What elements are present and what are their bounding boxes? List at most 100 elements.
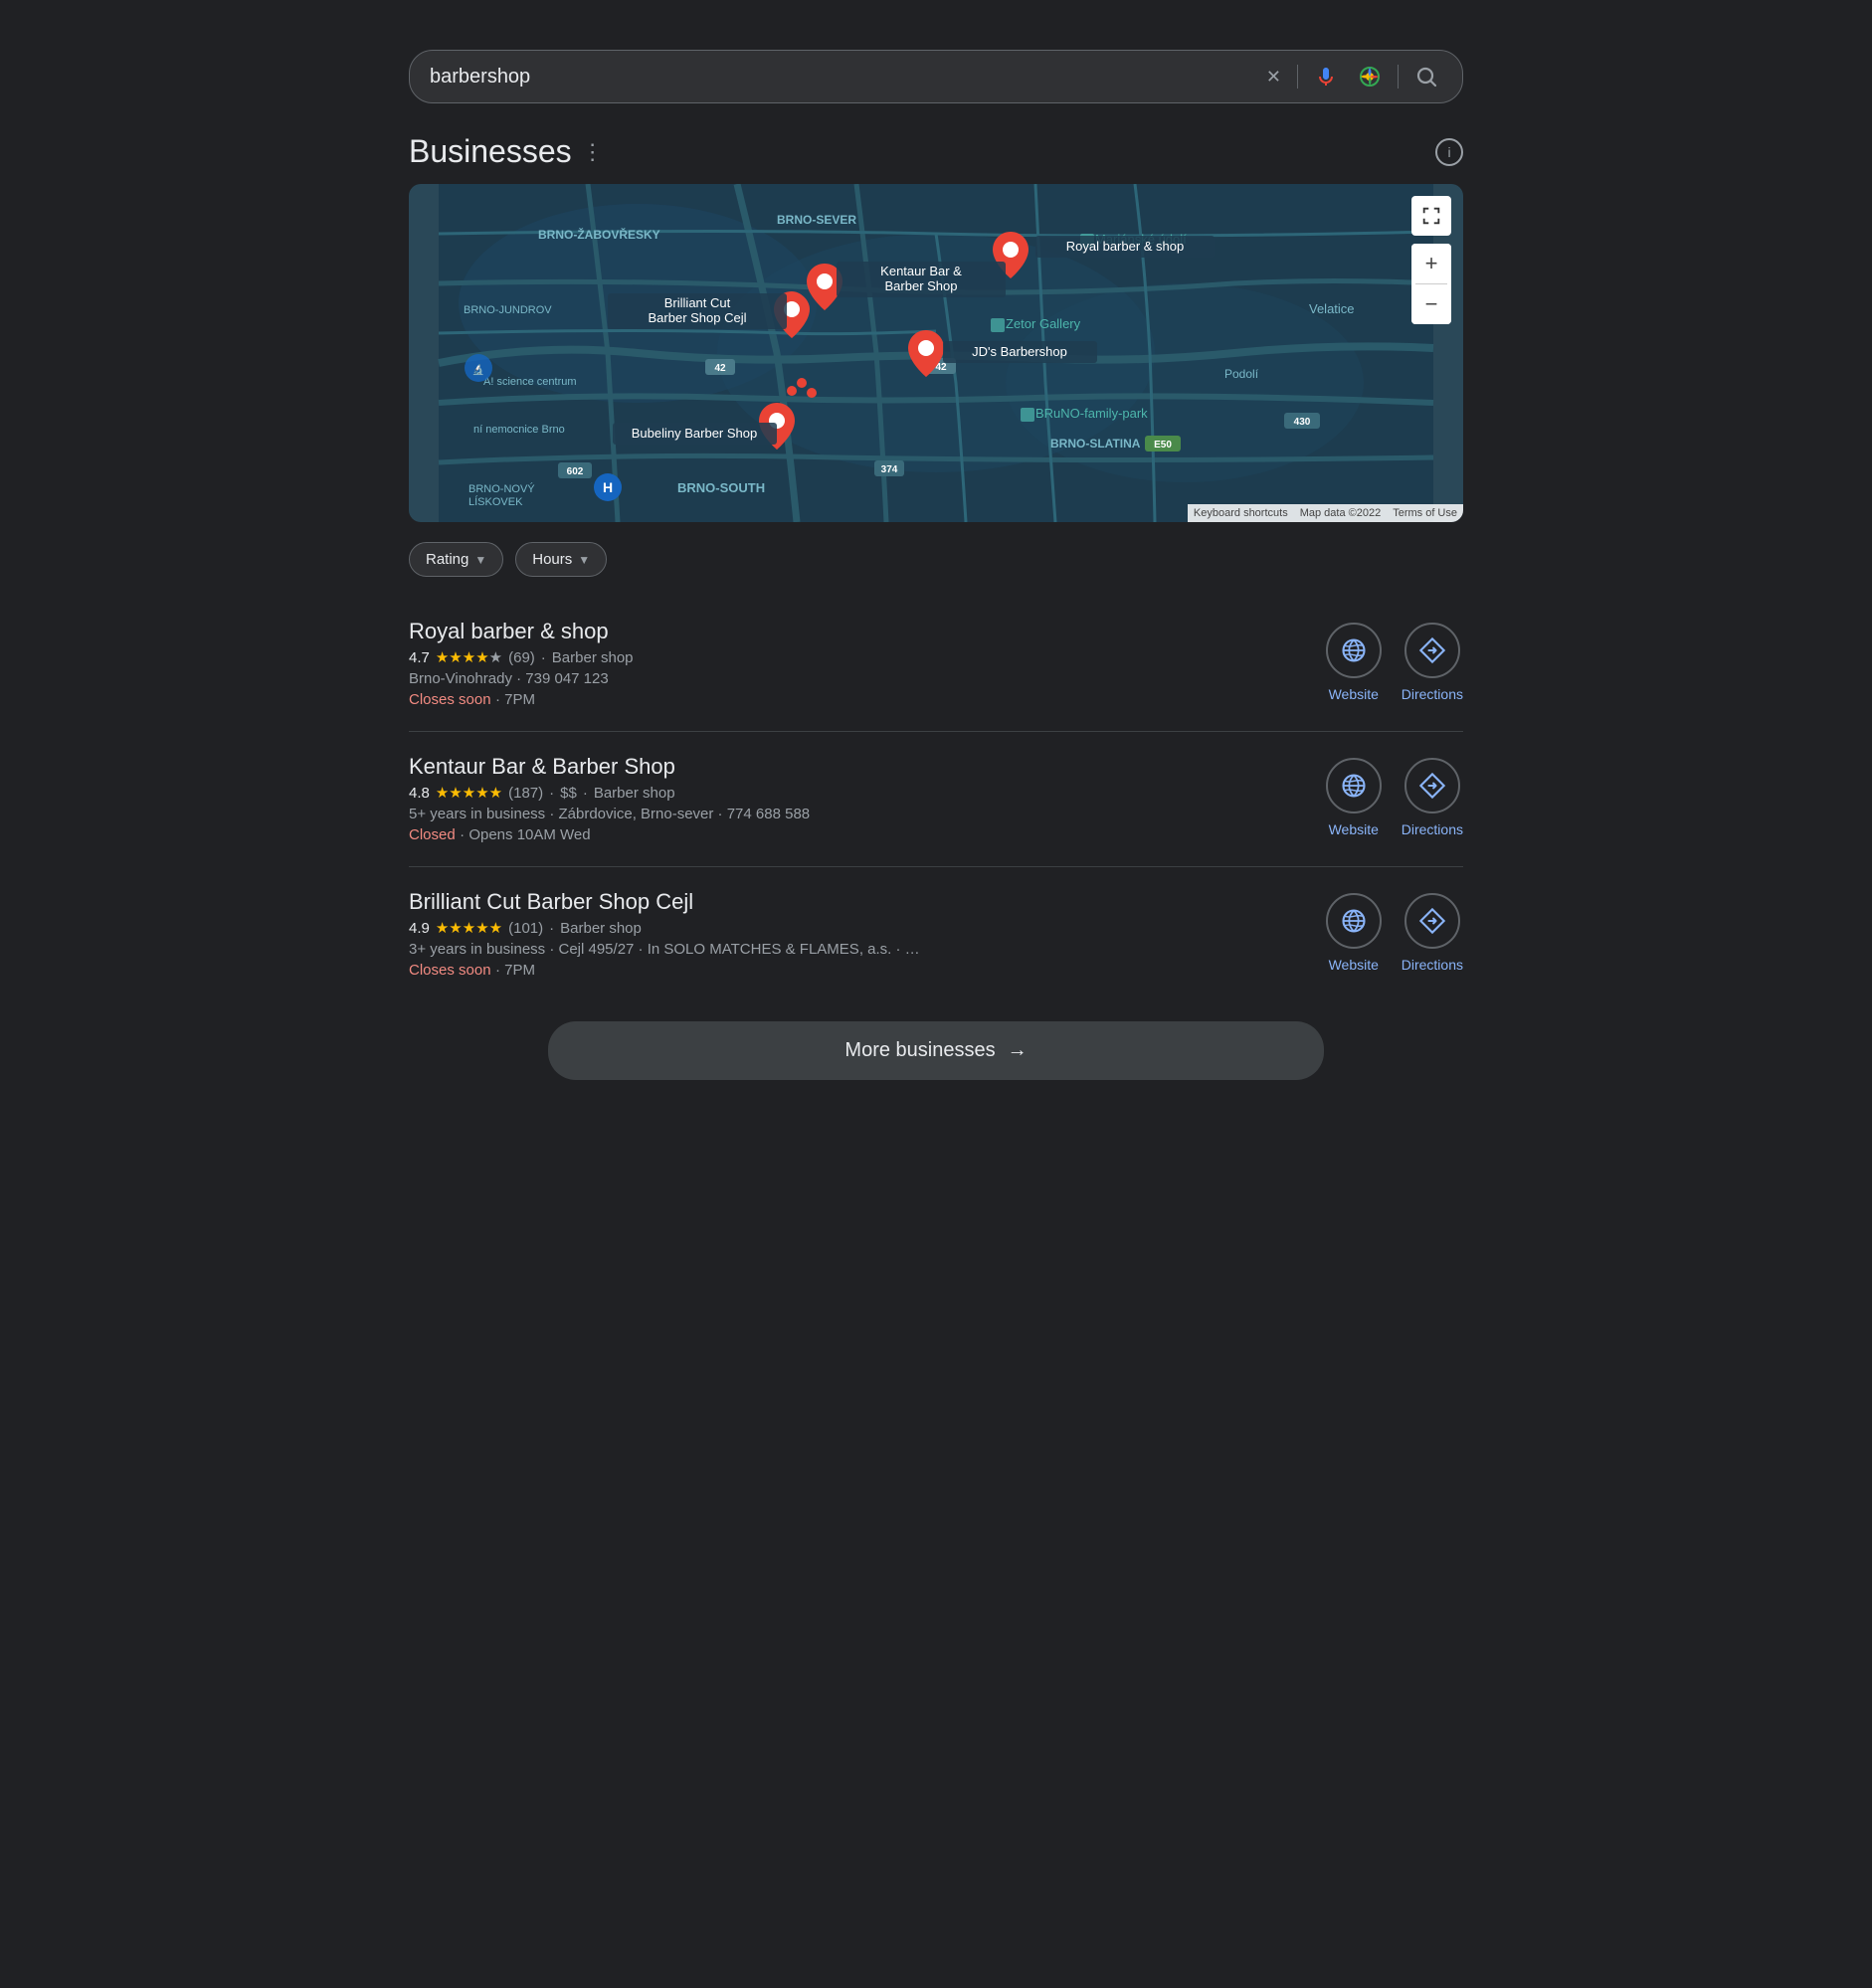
svg-text:JD's Barbershop: JD's Barbershop xyxy=(972,344,1067,359)
business-name[interactable]: Kentaur Bar & Barber Shop xyxy=(409,754,1326,780)
svg-text:430: 430 xyxy=(1294,417,1311,428)
svg-text:374: 374 xyxy=(881,464,898,475)
svg-text:Kentaur Bar &: Kentaur Bar & xyxy=(880,264,962,278)
website-label: Website xyxy=(1329,821,1379,837)
svg-text:Zetor Gallery: Zetor Gallery xyxy=(1006,316,1081,331)
svg-text:Royal barber & shop: Royal barber & shop xyxy=(1066,239,1185,254)
website-button[interactable]: Website xyxy=(1326,623,1382,702)
hours-filter[interactable]: Hours ▼ xyxy=(515,542,607,577)
close-icon: ✕ xyxy=(1266,67,1281,88)
directions-icon-circle xyxy=(1404,623,1460,678)
directions-button[interactable]: Directions xyxy=(1402,893,1463,973)
directions-label: Directions xyxy=(1402,957,1463,973)
directions-button[interactable]: Directions xyxy=(1402,623,1463,702)
business-name[interactable]: Brilliant Cut Barber Shop Cejl xyxy=(409,889,1326,915)
map-footer: Keyboard shortcuts Map data ©2022 Terms … xyxy=(1188,504,1463,522)
businesses-header: Businesses ⋮ i xyxy=(409,133,1463,170)
directions-icon-circle xyxy=(1404,758,1460,813)
business-address: 5+ years in business · Zábrdovice, Brno-… xyxy=(409,806,1326,822)
stars: ★★★★★ xyxy=(436,784,502,802)
business-rating-row: 4.8 ★★★★★ (187) · $$ · Barber shop xyxy=(409,784,1326,802)
more-options-icon[interactable]: ⋮ xyxy=(582,139,604,165)
directions-label: Directions xyxy=(1402,821,1463,837)
business-rating-row: 4.9 ★★★★★ (101) · Barber shop xyxy=(409,919,1326,937)
directions-icon xyxy=(1418,636,1446,664)
business-actions: Website Directions xyxy=(1326,754,1463,837)
separator: · xyxy=(549,920,554,937)
directions-button[interactable]: Directions xyxy=(1402,758,1463,837)
search-bar: ✕ xyxy=(409,50,1463,103)
hours-filter-label: Hours xyxy=(532,551,572,568)
search-bar-wrapper: ✕ xyxy=(409,30,1463,133)
more-businesses-label: More businesses xyxy=(844,1039,995,1062)
terms-of-use-link[interactable]: Terms of Use xyxy=(1387,504,1463,522)
business-actions: Website Directions xyxy=(1326,619,1463,702)
website-label: Website xyxy=(1329,957,1379,973)
business-address: Brno-Vinohrady · 739 047 123 xyxy=(409,670,1326,687)
search-input[interactable] xyxy=(430,66,1250,89)
svg-text:602: 602 xyxy=(567,466,584,477)
zoom-in-button[interactable]: + xyxy=(1411,244,1451,283)
review-count: (187) xyxy=(508,785,543,802)
zoom-out-button[interactable]: − xyxy=(1411,284,1451,324)
rating-number: 4.9 xyxy=(409,920,430,937)
svg-text:Velatice: Velatice xyxy=(1309,301,1355,316)
info-button[interactable]: i xyxy=(1435,138,1463,166)
business-item: Kentaur Bar & Barber Shop 4.8 ★★★★★ (187… xyxy=(409,732,1463,867)
svg-text:Bubeliny Barber Shop: Bubeliny Barber Shop xyxy=(632,426,757,441)
svg-text:BRNO-SLATINA: BRNO-SLATINA xyxy=(1050,437,1141,451)
map-container[interactable]: 42 42 602 374 E50 430 BRNO-ŽABOVŘESKY BR… xyxy=(409,184,1463,522)
review-count: (101) xyxy=(508,920,543,937)
business-name[interactable]: Royal barber & shop xyxy=(409,619,1326,644)
website-icon-circle xyxy=(1326,623,1382,678)
clear-button[interactable]: ✕ xyxy=(1262,63,1285,91)
globe-icon xyxy=(1340,636,1368,664)
separator: · xyxy=(541,649,546,666)
rating-filter-label: Rating xyxy=(426,551,468,568)
search-button[interactable] xyxy=(1410,61,1442,92)
directions-icon xyxy=(1418,772,1446,800)
separator2: · xyxy=(583,785,588,802)
business-status: Closes soon · 7PM xyxy=(409,691,1326,709)
hours-filter-arrow: ▼ xyxy=(578,553,590,567)
svg-text:BRuNO-family-park: BRuNO-family-park xyxy=(1035,406,1148,421)
fullscreen-button[interactable] xyxy=(1411,196,1451,236)
filter-row: Rating ▼ Hours ▼ xyxy=(409,542,1463,577)
business-info: Brilliant Cut Barber Shop Cejl 4.9 ★★★★★… xyxy=(409,889,1326,980)
map-controls: + − xyxy=(1411,196,1451,324)
fullscreen-icon xyxy=(1420,205,1442,227)
business-type: Barber shop xyxy=(560,920,642,937)
svg-text:ní nemocnice Brno: ní nemocnice Brno xyxy=(473,424,565,436)
lens-search-button[interactable] xyxy=(1354,61,1386,92)
directions-label: Directions xyxy=(1402,686,1463,702)
rating-filter[interactable]: Rating ▼ xyxy=(409,542,503,577)
business-item: Royal barber & shop 4.7 ★★★★★ (69) · Bar… xyxy=(409,597,1463,732)
website-button[interactable]: Website xyxy=(1326,893,1382,973)
business-hours: · 7PM xyxy=(495,691,535,708)
search-divider xyxy=(1297,65,1298,89)
info-icon: i xyxy=(1447,144,1450,160)
keyboard-shortcuts-link[interactable]: Keyboard shortcuts xyxy=(1188,504,1294,522)
website-button[interactable]: Website xyxy=(1326,758,1382,837)
business-status: Closed · Opens 10AM Wed xyxy=(409,826,1326,844)
directions-icon-circle xyxy=(1404,893,1460,949)
business-list: Royal barber & shop 4.7 ★★★★★ (69) · Bar… xyxy=(409,597,1463,1001)
rating-number: 4.7 xyxy=(409,649,430,666)
svg-text:A! science centrum: A! science centrum xyxy=(483,376,577,388)
more-businesses-button[interactable]: More businesses → xyxy=(548,1021,1324,1080)
business-type: Barber shop xyxy=(552,649,634,666)
search-icon xyxy=(1414,65,1438,89)
svg-text:Barber Shop Cejl: Barber Shop Cejl xyxy=(649,310,747,325)
voice-search-button[interactable] xyxy=(1310,61,1342,92)
business-address: 3+ years in business · Cejl 495/27 · In … xyxy=(409,941,1326,958)
business-info: Royal barber & shop 4.7 ★★★★★ (69) · Bar… xyxy=(409,619,1326,709)
status-label: Closes soon xyxy=(409,962,491,979)
svg-text:BRNO-SOUTH: BRNO-SOUTH xyxy=(677,480,765,495)
svg-text:Barber Shop: Barber Shop xyxy=(885,278,958,293)
svg-text:BRNO-SEVER: BRNO-SEVER xyxy=(777,213,856,227)
more-businesses-arrow-icon: → xyxy=(1008,1039,1028,1062)
map-data-label: Map data ©2022 xyxy=(1294,504,1388,522)
mic-icon xyxy=(1314,65,1338,89)
website-label: Website xyxy=(1329,686,1379,702)
business-status: Closes soon · 7PM xyxy=(409,962,1326,980)
